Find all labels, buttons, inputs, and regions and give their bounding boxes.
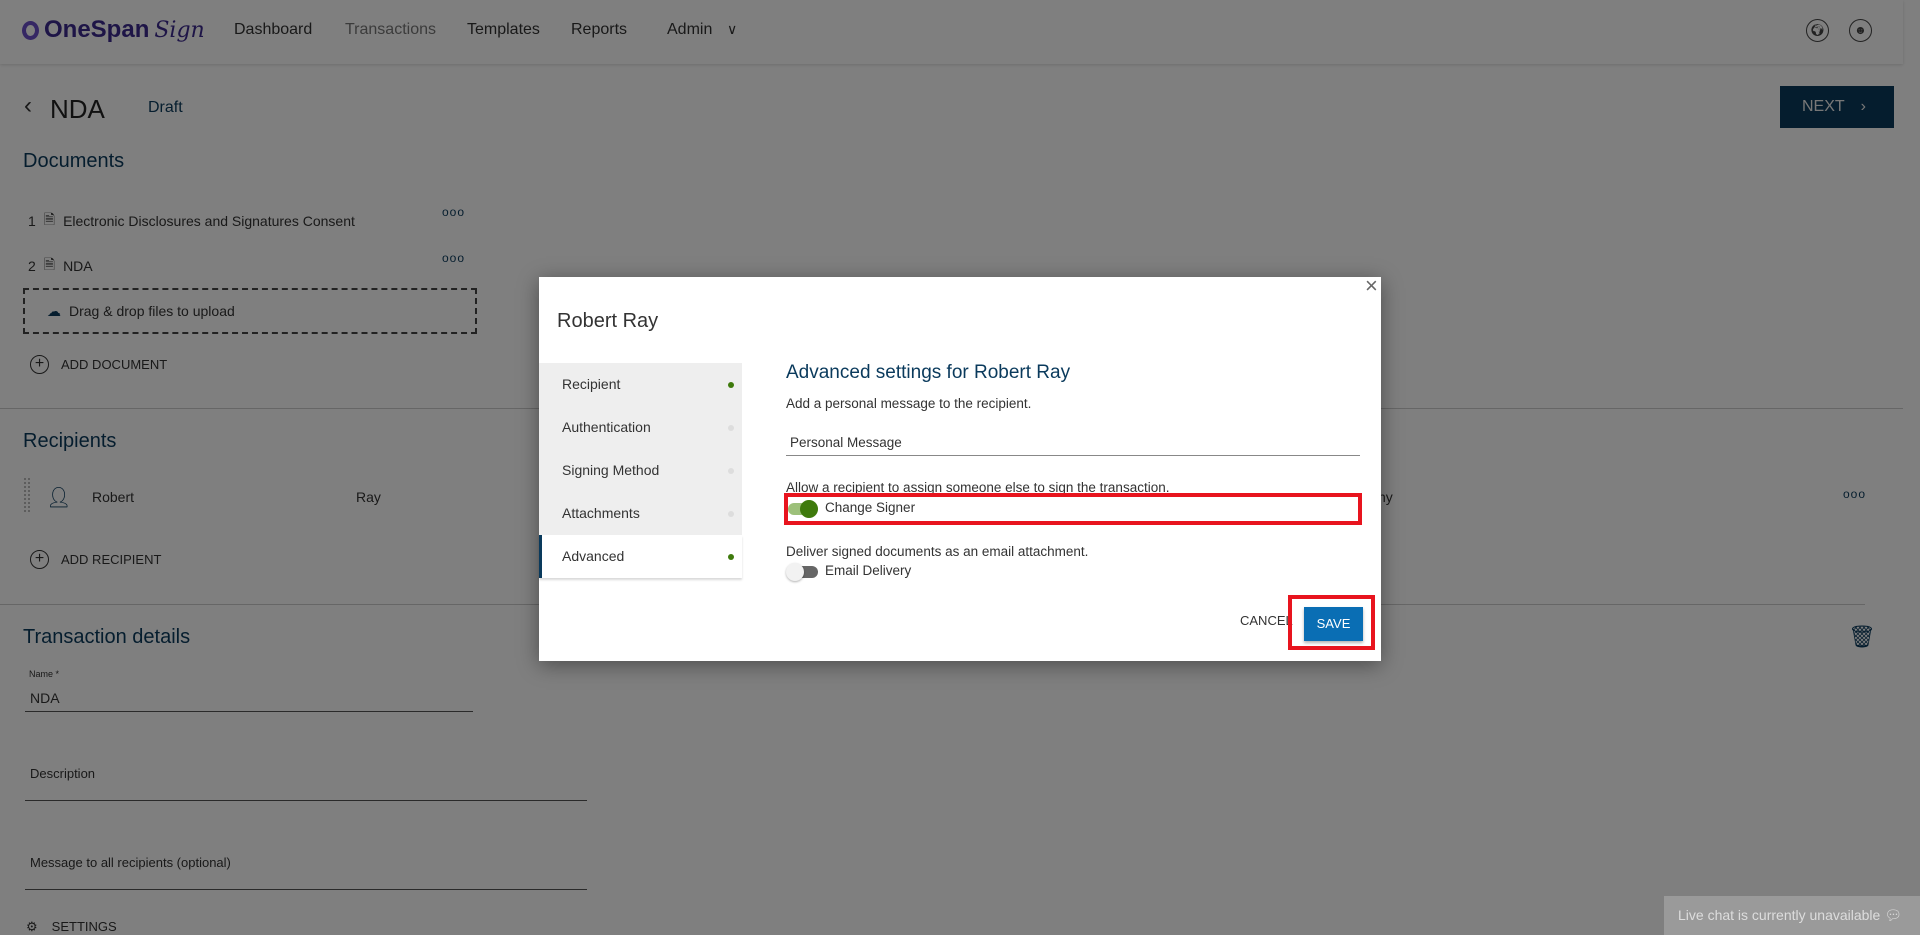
cancel-button[interactable]: CANCEL (1240, 613, 1293, 628)
tab-recipient[interactable]: Recipient (539, 363, 742, 406)
tab-signing-method[interactable]: Signing Method (539, 449, 742, 492)
tab-authentication[interactable]: Authentication (539, 406, 742, 449)
close-icon[interactable]: × (1365, 273, 1378, 299)
message-hint: Add a personal message to the recipient. (786, 396, 1032, 411)
status-dot (728, 511, 734, 517)
status-dot (728, 468, 734, 474)
advanced-heading: Advanced settings for Robert Ray (786, 362, 1071, 383)
settings-tabs: Recipient Authentication Signing Method … (539, 363, 742, 578)
recipient-settings-dialog: × Robert Ray Recipient Authentication Si… (539, 273, 1381, 661)
live-chat-banner[interactable]: Live chat is currently unavailable 💬︎ (1664, 896, 1920, 935)
highlight-box (784, 493, 1362, 525)
status-dot (728, 425, 734, 431)
dialog-title: Robert Ray (557, 310, 659, 332)
chat-bubble-icon: 💬︎ (1884, 907, 1903, 923)
email-delivery-hint: Deliver signed documents as an email att… (786, 544, 1089, 559)
email-delivery-toggle[interactable] (786, 563, 818, 581)
status-dot (728, 554, 734, 560)
highlight-box (1288, 595, 1375, 650)
personal-message-input[interactable]: Personal Message (790, 435, 902, 450)
status-dot (728, 382, 734, 388)
tab-attachments[interactable]: Attachments (539, 492, 742, 535)
tab-advanced[interactable]: Advanced (539, 535, 742, 578)
message-underline (786, 455, 1360, 456)
email-delivery-label: Email Delivery (825, 563, 912, 578)
